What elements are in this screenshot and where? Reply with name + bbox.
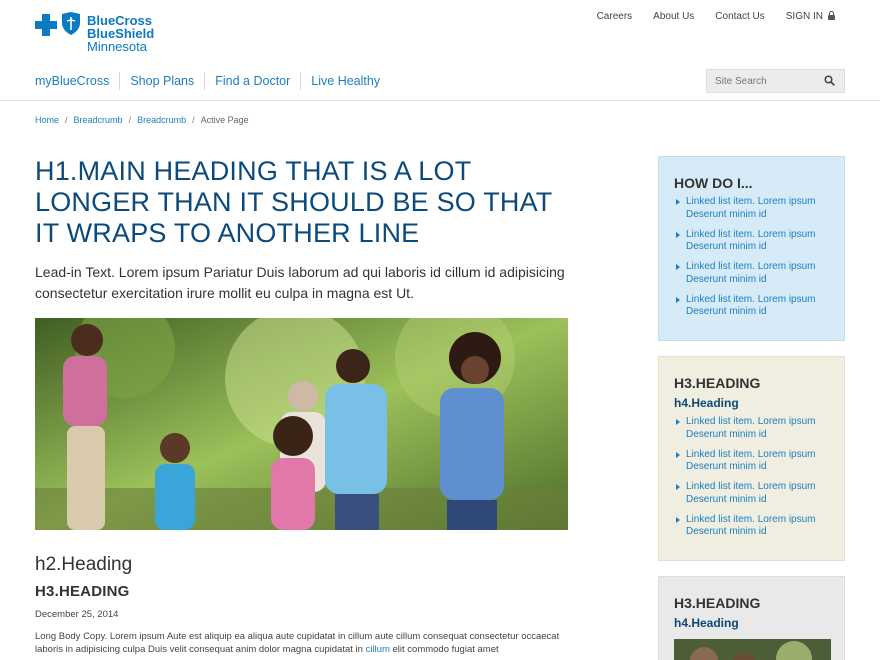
breadcrumb-separator: / (128, 115, 132, 125)
post-date: December 25, 2014 (35, 609, 119, 620)
list-item: Linked list item. Lorem ipsum Deserunt m… (674, 261, 829, 286)
util-link-contact[interactable]: Contact Us (715, 11, 764, 22)
site-header: BlueCross BlueShield Minnesota Careers A… (0, 0, 880, 101)
card-title: H3.HEADING (674, 595, 761, 611)
list-link[interactable]: Linked list item. Lorem ipsum Deserunt m… (686, 261, 816, 285)
breadcrumb-link[interactable]: Breadcrumb (74, 115, 123, 125)
lead-in-text: Lead-in Text. Lorem ipsum Pariatur Duis … (35, 264, 565, 301)
card-title: H3.HEADING (674, 375, 761, 391)
lock-icon (827, 11, 836, 20)
list-link[interactable]: Linked list item. Lorem ipsum Deserunt m… (686, 229, 816, 253)
card-photo-illustration (674, 639, 831, 660)
utility-nav: Careers About Us Contact Us SIGN IN (576, 11, 836, 22)
search-icon[interactable] (824, 75, 835, 86)
list-item: Linked list item. Lorem ipsum Deserunt m… (674, 294, 829, 319)
brand-logo[interactable]: BlueCross BlueShield Minnesota (35, 12, 175, 58)
breadcrumb-link[interactable]: Breadcrumb (137, 115, 186, 125)
breadcrumb-home[interactable]: Home (35, 115, 59, 125)
nav-item-shop-plans[interactable]: Shop Plans (130, 74, 194, 88)
nav-item-mybluecross[interactable]: myBlueCross (35, 74, 109, 88)
body-inline-link[interactable]: cillum (366, 644, 390, 655)
body-copy-text-end: elit commodo fugiat amet (389, 644, 499, 655)
sidebar-card-tan: H3.HEADING h4.Heading Linked list item. … (658, 356, 845, 561)
main-nav: myBlueCross Shop Plans Find a Doctor Liv… (35, 72, 380, 90)
link-list: Linked list item. Lorem ipsum Deserunt m… (674, 416, 829, 539)
list-item: Linked list item. Lorem ipsum Deserunt m… (674, 229, 829, 254)
nav-item-live-healthy[interactable]: Live Healthy (311, 74, 380, 88)
list-item: Linked list item. Lorem ipsum Deserunt m… (674, 449, 829, 474)
list-link[interactable]: Linked list item. Lorem ipsum Deserunt m… (686, 294, 816, 318)
breadcrumb: Home / Breadcrumb / Breadcrumb / Active Page (35, 115, 249, 125)
breadcrumb-separator: / (65, 115, 68, 125)
nav-divider (300, 72, 302, 90)
how-do-i-card: HOW DO I... Linked list item. Lorem ipsu… (658, 156, 845, 341)
list-link[interactable]: Linked list item. Lorem ipsum Deserunt m… (686, 514, 816, 538)
sign-in-link[interactable]: SIGN IN (786, 11, 836, 22)
util-link-careers[interactable]: Careers (597, 11, 633, 22)
list-link[interactable]: Linked list item. Lorem ipsum Deserunt m… (686, 449, 816, 473)
breadcrumb-separator: / (192, 115, 195, 125)
list-link[interactable]: Linked list item. Lorem ipsum Deserunt m… (686, 481, 816, 505)
util-link-about[interactable]: About Us (653, 11, 694, 22)
sign-in-label: SIGN IN (785, 11, 823, 22)
breadcrumb-active: Active Page (200, 115, 249, 125)
link-list: Linked list item. Lorem ipsum Deserunt m… (674, 196, 829, 319)
list-link[interactable]: Linked list item. Lorem ipsum Deserunt m… (686, 416, 816, 440)
list-item: Linked list item. Lorem ipsum Deserunt m… (674, 481, 829, 506)
family-photo-illustration (35, 318, 568, 530)
body-copy: Long Body Copy. Lorem ipsum Aute est ali… (35, 630, 575, 656)
card-title: HOW DO I... (674, 175, 753, 191)
card-subtitle: h4.Heading (674, 396, 739, 410)
sidebar-card-gray: H3.HEADING h4.Heading (658, 576, 845, 660)
search-input[interactable] (707, 70, 817, 92)
nav-item-find-doctor[interactable]: Find a Doctor (215, 74, 290, 88)
list-link[interactable]: Linked list item. Lorem ipsum Deserunt m… (686, 196, 816, 220)
list-item: Linked list item. Lorem ipsum Deserunt m… (674, 416, 829, 441)
shield-logo-icon (62, 12, 80, 35)
nav-divider (204, 72, 206, 90)
cross-logo-icon (35, 14, 57, 36)
site-search (706, 69, 845, 93)
card-subtitle: h4.Heading (674, 616, 739, 630)
section-heading-h3: H3.HEADING (35, 583, 130, 600)
card-photo (674, 639, 831, 660)
hero-image-family (35, 318, 568, 530)
section-heading-h2: h2.Heading (35, 554, 133, 575)
list-item: Linked list item. Lorem ipsum Deserunt m… (674, 514, 829, 539)
list-item: Linked list item. Lorem ipsum Deserunt m… (674, 196, 829, 221)
page-title: H1.Main heading that is a lot longer tha… (35, 156, 553, 248)
nav-divider (119, 72, 121, 90)
brand-name-line3: Minnesota (87, 39, 147, 54)
